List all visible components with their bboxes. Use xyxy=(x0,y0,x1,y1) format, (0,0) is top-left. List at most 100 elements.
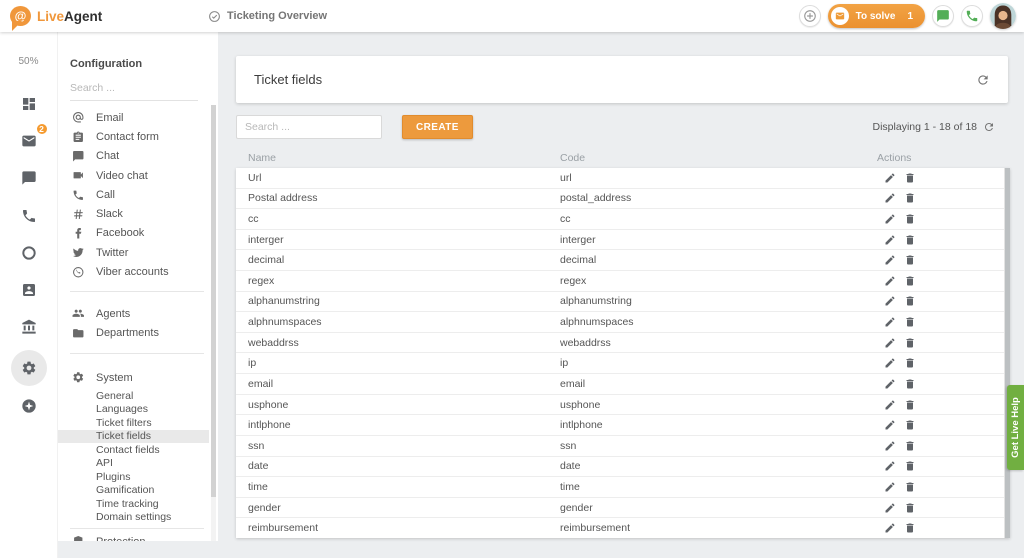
to-solve-button[interactable]: To solve 1 xyxy=(828,4,925,28)
rail-item-ring[interactable] xyxy=(17,241,41,265)
sidebar-item-call[interactable]: Call xyxy=(58,185,209,204)
edit-icon[interactable] xyxy=(884,275,896,287)
sidebar-item-chat[interactable]: Chat xyxy=(58,147,209,166)
plus-circle-icon xyxy=(803,9,817,23)
liveagent-logo[interactable]: @ LiveAgent xyxy=(0,6,102,26)
sidebar: Configuration EmailContact formChatVideo… xyxy=(58,32,218,541)
sidebar-item-slack[interactable]: Slack xyxy=(58,204,209,223)
delete-icon[interactable] xyxy=(904,522,916,534)
rail-item-phone[interactable] xyxy=(17,204,41,228)
delete-icon[interactable] xyxy=(904,502,916,514)
chat-icon xyxy=(21,170,37,186)
sidebar-item-email[interactable]: Email xyxy=(58,108,209,127)
chat-button[interactable] xyxy=(932,5,954,27)
field-name: usphone xyxy=(248,399,288,411)
delete-icon[interactable] xyxy=(904,357,916,369)
delete-icon[interactable] xyxy=(904,481,916,493)
rail-item-gear[interactable] xyxy=(17,356,41,380)
delete-icon[interactable] xyxy=(904,337,916,349)
refresh-icon[interactable] xyxy=(976,73,990,87)
delete-icon[interactable] xyxy=(904,399,916,411)
sidebar-subitem-api[interactable]: API xyxy=(58,457,209,471)
delete-icon[interactable] xyxy=(904,460,916,472)
sidebar-subitem-time-tracking[interactable]: Time tracking xyxy=(58,497,209,511)
bank-icon xyxy=(21,319,37,335)
edit-icon[interactable] xyxy=(884,254,896,266)
edit-icon[interactable] xyxy=(884,399,896,411)
rail-item-dashboard[interactable] xyxy=(17,92,41,116)
edit-icon[interactable] xyxy=(884,419,896,431)
mail-badge: 2 xyxy=(35,122,49,136)
tab-ticketing-overview[interactable]: Ticketing Overview xyxy=(208,0,327,32)
edit-icon[interactable] xyxy=(884,213,896,225)
field-name: email xyxy=(248,378,273,390)
sidebar-scrollbar-thumb[interactable] xyxy=(211,105,216,497)
delete-icon[interactable] xyxy=(904,192,916,204)
edit-icon[interactable] xyxy=(884,234,896,246)
sidebar-item-departments[interactable]: Departments xyxy=(58,323,209,342)
sidebar-item-twitter[interactable]: Twitter xyxy=(58,243,209,262)
rail-item-bank[interactable] xyxy=(17,315,41,339)
edit-icon[interactable] xyxy=(884,502,896,514)
edit-icon[interactable] xyxy=(884,337,896,349)
field-name: webaddrss xyxy=(248,337,299,349)
sidebar-item-agents[interactable]: Agents xyxy=(58,304,209,323)
sidebar-subitem-label: Ticket filters xyxy=(96,417,152,429)
field-code: regex xyxy=(560,275,586,287)
sidebar-subitem-ticket-filters[interactable]: Ticket filters xyxy=(58,416,209,430)
table-scrollbar[interactable] xyxy=(1004,168,1010,538)
sidebar-subitem-languages[interactable]: Languages xyxy=(58,403,209,417)
edit-icon[interactable] xyxy=(884,460,896,472)
edit-icon[interactable] xyxy=(884,378,896,390)
sidebar-scrollbar[interactable] xyxy=(211,105,216,541)
delete-icon[interactable] xyxy=(904,316,916,328)
rail-item-target[interactable] xyxy=(17,394,41,418)
create-button[interactable]: CREATE xyxy=(402,115,473,139)
sidebar-subitem-plugins[interactable]: Plugins xyxy=(58,470,209,484)
sidebar-item-system[interactable]: System xyxy=(58,368,209,387)
sidebar-subitem-domain-settings[interactable]: Domain settings xyxy=(58,511,209,525)
sidebar-search-input[interactable] xyxy=(70,80,198,101)
sidebar-subitem-contact-fields[interactable]: Contact fields xyxy=(58,443,209,457)
edit-icon[interactable] xyxy=(884,522,896,534)
row-actions xyxy=(884,295,916,307)
field-code: time xyxy=(560,481,580,493)
table-row: alphanumstringalphanumstring xyxy=(236,292,1010,313)
search-input[interactable] xyxy=(236,115,382,139)
sidebar-subitem-ticket-fields[interactable]: Ticket fields xyxy=(58,430,209,444)
delete-icon[interactable] xyxy=(904,378,916,390)
avatar[interactable] xyxy=(990,3,1016,29)
call-button[interactable] xyxy=(961,5,983,27)
delete-icon[interactable] xyxy=(904,440,916,452)
sidebar-item-contact-form[interactable]: Contact form xyxy=(58,127,209,146)
edit-icon[interactable] xyxy=(884,357,896,369)
page-header-card: Ticket fields xyxy=(236,56,1008,103)
rail-item-contact-card[interactable] xyxy=(17,278,41,302)
delete-icon[interactable] xyxy=(904,172,916,184)
delete-icon[interactable] xyxy=(904,295,916,307)
refresh-icon[interactable] xyxy=(983,121,995,133)
at-icon xyxy=(72,111,85,124)
delete-icon[interactable] xyxy=(904,213,916,225)
delete-icon[interactable] xyxy=(904,419,916,431)
sidebar-item-facebook[interactable]: Facebook xyxy=(58,224,209,243)
edit-icon[interactable] xyxy=(884,481,896,493)
add-button[interactable] xyxy=(799,5,821,27)
edit-icon[interactable] xyxy=(884,192,896,204)
rail-item-chat[interactable] xyxy=(17,166,41,190)
sidebar-item-label: Departments xyxy=(96,327,159,339)
edit-icon[interactable] xyxy=(884,295,896,307)
rail-item-mail[interactable]: 2 xyxy=(17,129,41,153)
delete-icon[interactable] xyxy=(904,254,916,266)
sidebar-subitem-gamification[interactable]: Gamification xyxy=(58,484,209,498)
edit-icon[interactable] xyxy=(884,316,896,328)
sidebar-item-protection[interactable]: Protection xyxy=(58,532,209,541)
edit-icon[interactable] xyxy=(884,440,896,452)
sidebar-item-viber-accounts[interactable]: Viber accounts xyxy=(58,262,209,281)
delete-icon[interactable] xyxy=(904,275,916,287)
get-live-help-tab[interactable]: Get Live Help xyxy=(1007,385,1024,470)
delete-icon[interactable] xyxy=(904,234,916,246)
sidebar-item-video-chat[interactable]: Video chat xyxy=(58,166,209,185)
edit-icon[interactable] xyxy=(884,172,896,184)
sidebar-subitem-general[interactable]: General xyxy=(58,389,209,403)
